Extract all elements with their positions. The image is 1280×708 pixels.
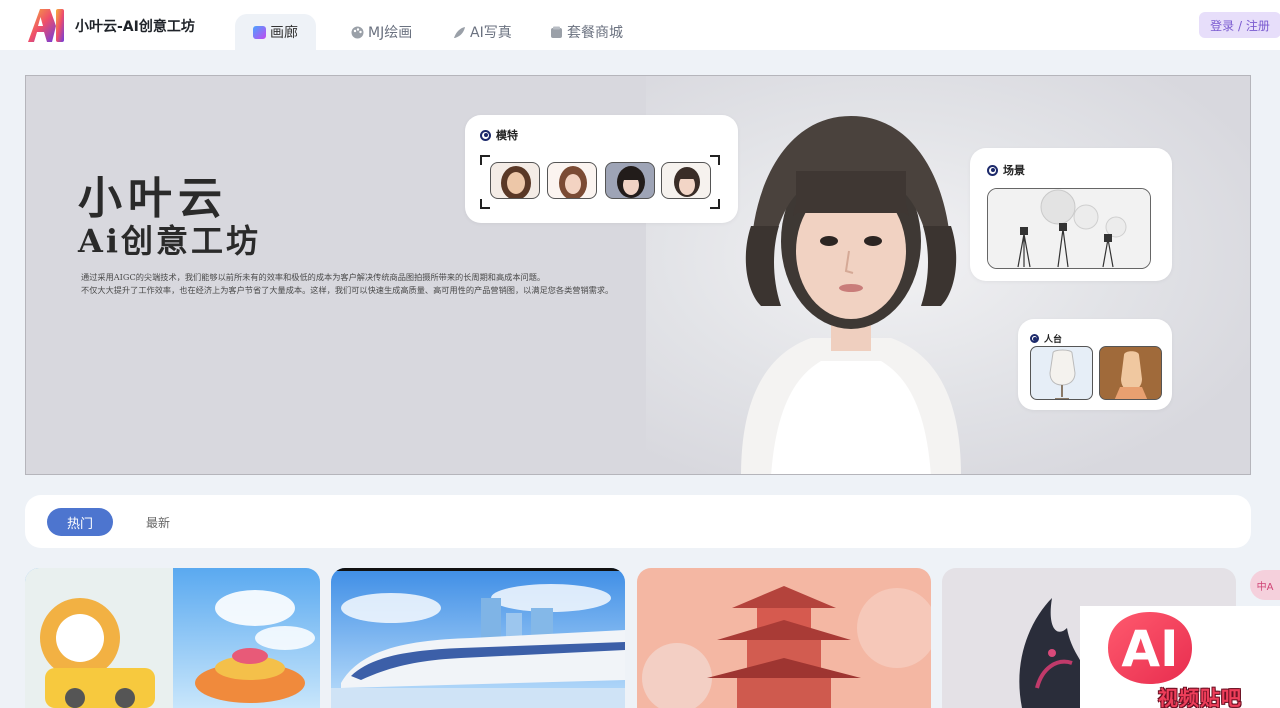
model-portrait-image bbox=[741, 116, 961, 474]
gallery-icon bbox=[253, 25, 266, 39]
scene-card-header: 场景 bbox=[987, 162, 1025, 178]
login-register-button[interactable]: 登录 / 注册 bbox=[1199, 12, 1280, 38]
gallery-image bbox=[331, 568, 625, 708]
watermark: AI 视频贴吧 bbox=[1080, 606, 1280, 708]
gallery-card-bullet-train[interactable] bbox=[331, 568, 625, 708]
hero-subtitle: Ai创意工坊 bbox=[78, 222, 261, 260]
hero-desc-line-2: 不仅大大提升了工作效率，也在经济上为客户节省了大量成本。这样，我们可以快速生成高… bbox=[81, 285, 614, 295]
model-card[interactable]: 模特 bbox=[465, 115, 738, 223]
model-thumbnail[interactable] bbox=[605, 162, 655, 199]
model-thumbnail[interactable] bbox=[490, 162, 540, 199]
model-thumbnail-frame bbox=[480, 155, 720, 209]
watermark-logo: AI bbox=[1108, 612, 1192, 684]
hero-banner: 小叶云 Ai创意工坊 通过采用AIGC的尖端技术，我们能够以前所未有的效率和极低… bbox=[25, 75, 1251, 475]
palette-icon bbox=[351, 26, 364, 39]
brand-name: 小叶云-AI创意工坊 bbox=[75, 19, 195, 35]
gallery-card-pink-pagoda[interactable] bbox=[637, 568, 931, 708]
feather-icon bbox=[453, 26, 466, 39]
store-icon bbox=[550, 26, 563, 39]
watermark-logo-text: AI bbox=[1121, 620, 1178, 678]
scene-card-label: 场景 bbox=[1003, 164, 1025, 177]
mannequin-image[interactable] bbox=[1099, 346, 1162, 400]
tab-mj-label: MJ绘画 bbox=[368, 25, 413, 41]
mannequin-image[interactable] bbox=[1030, 346, 1093, 400]
model-card-label: 模特 bbox=[496, 129, 518, 142]
tab-ai-portrait-label: AI写真 bbox=[470, 25, 512, 41]
tab-gallery-label: 画廊 bbox=[270, 25, 298, 41]
scene-card[interactable]: 场景 bbox=[970, 148, 1172, 281]
watermark-text: 视频贴吧 bbox=[1158, 686, 1242, 708]
studio-scene-image[interactable] bbox=[987, 188, 1151, 269]
frame-corner bbox=[710, 199, 720, 209]
gallery-image bbox=[25, 568, 320, 708]
tab-mj-painting[interactable]: MJ绘画 bbox=[351, 14, 412, 50]
mannequin-card-label: 人台 bbox=[1044, 335, 1063, 345]
mannequin-card-header: 人台 bbox=[1030, 332, 1062, 345]
tab-store-label: 套餐商城 bbox=[567, 25, 623, 41]
gallery-card-cartoon-train[interactable] bbox=[25, 568, 320, 708]
tab-ai-portrait[interactable]: AI写真 bbox=[453, 14, 512, 50]
radio-dot-icon bbox=[987, 164, 998, 176]
filter-bar: 热门 最新 bbox=[25, 495, 1251, 548]
frame-corner bbox=[710, 155, 720, 165]
radio-dot-icon bbox=[480, 129, 491, 141]
top-bar: 小叶云-AI创意工坊 画廊 MJ绘画 AI写真 套餐商城 登录 / 注册 bbox=[0, 0, 1280, 50]
hero-description: 通过采用AIGC的尖端技术，我们能够以前所未有的效率和极低的成本为客户解决传统商… bbox=[81, 271, 613, 297]
frame-corner bbox=[480, 155, 490, 165]
tab-hot[interactable]: 热门 bbox=[47, 508, 113, 536]
model-thumbnail[interactable] bbox=[661, 162, 711, 199]
mannequin-card[interactable]: 人台 bbox=[1018, 319, 1172, 410]
tab-store[interactable]: 套餐商城 bbox=[550, 14, 623, 50]
radio-dot-icon bbox=[1030, 334, 1039, 343]
app-logo[interactable] bbox=[26, 6, 66, 44]
tab-gallery[interactable]: 画廊 bbox=[235, 14, 316, 50]
model-thumbnail[interactable] bbox=[547, 162, 597, 199]
hero-desc-line-1: 通过采用AIGC的尖端技术，我们能够以前所未有的效率和极低的成本为客户解决传统商… bbox=[81, 272, 546, 282]
gallery-image bbox=[637, 568, 931, 708]
model-card-header: 模特 bbox=[480, 127, 518, 143]
frame-corner bbox=[480, 199, 490, 209]
translate-button[interactable]: 中A bbox=[1250, 570, 1280, 600]
tab-latest[interactable]: 最新 bbox=[146, 514, 170, 531]
